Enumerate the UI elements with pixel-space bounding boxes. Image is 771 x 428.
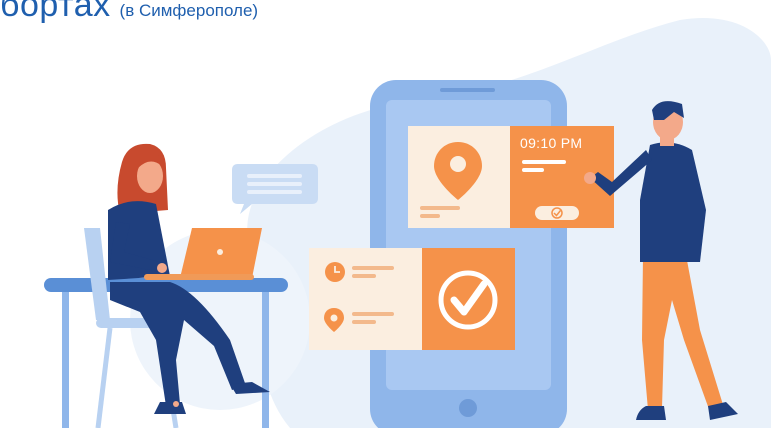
clock-icon [325,262,345,282]
check-icon [535,206,579,220]
card-time: 09:10 PM [520,135,582,151]
appointment-card-top: 09:10 PM [408,126,614,228]
appointment-card-bottom [309,248,515,350]
booking-illustration: 09:10 PM [44,18,771,428]
